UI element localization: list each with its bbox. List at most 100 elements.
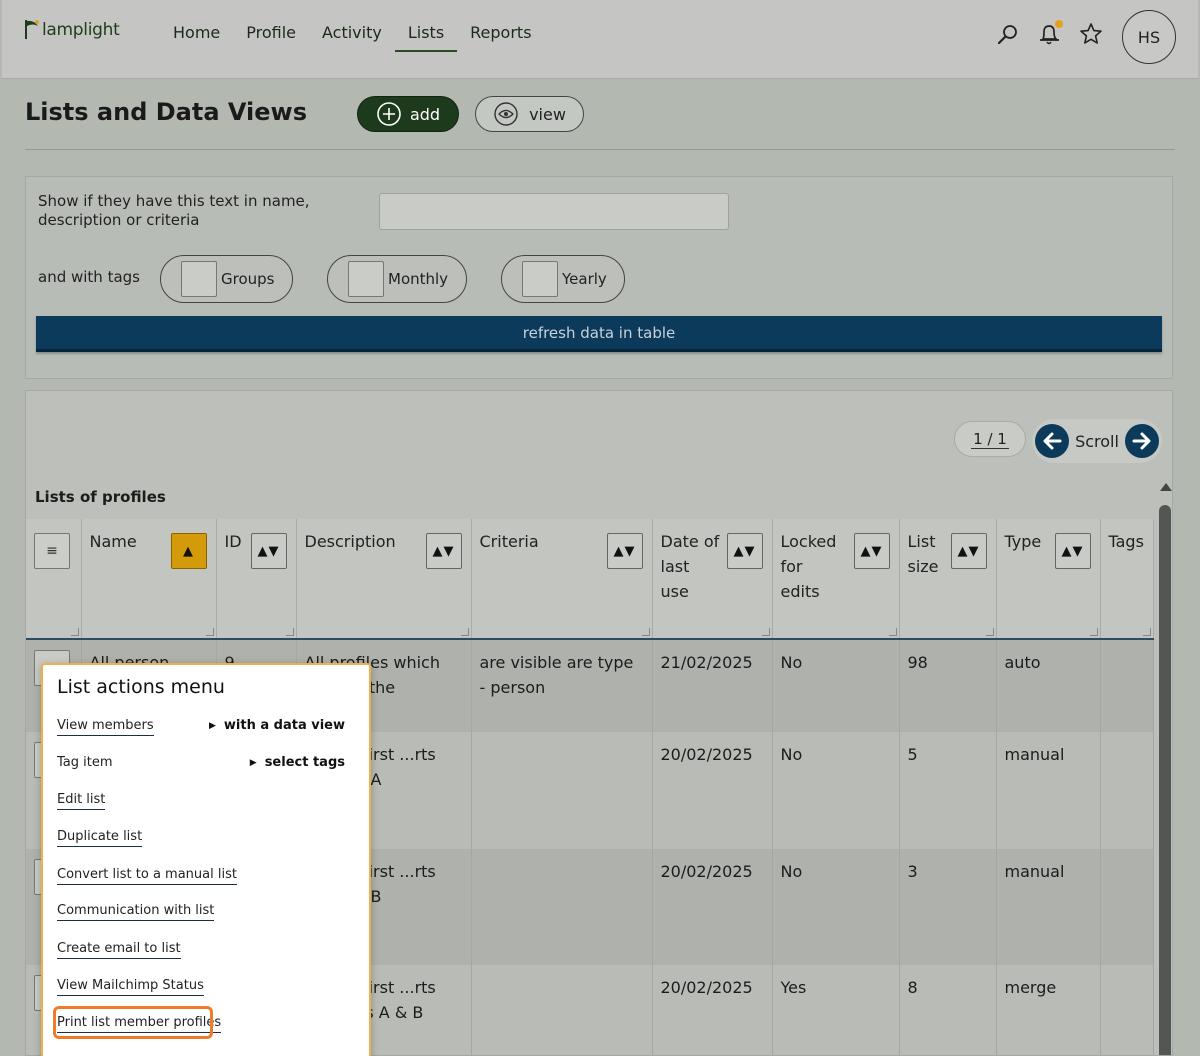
arrow-right-icon: [1132, 432, 1151, 450]
search-icon[interactable]: [995, 22, 1021, 48]
star-icon[interactable]: [1078, 21, 1104, 47]
tag-toggle-yearly[interactable]: Yearly: [501, 255, 625, 303]
column-resize-handle[interactable]: [70, 628, 79, 636]
column-resize-handle[interactable]: [205, 628, 214, 636]
scroll-up-arrow-icon[interactable]: [1160, 483, 1172, 491]
cell-criteria: [471, 965, 653, 1055]
column-resize-handle[interactable]: [641, 628, 650, 636]
scroll-right-button[interactable]: [1124, 424, 1159, 458]
scroll-control: Scroll: [1032, 419, 1162, 463]
menu-item-duplicate-list[interactable]: Duplicate list: [57, 829, 143, 847]
menu-title: List actions menu: [57, 676, 225, 698]
column-resize-handle[interactable]: [888, 628, 897, 636]
add-button[interactable]: add: [357, 96, 459, 132]
column-header-label: Type: [1004, 532, 1042, 551]
table-section-title: Lists of profiles: [35, 488, 166, 506]
tag-checkbox[interactable]: [181, 261, 217, 297]
submenu-with-data-view[interactable]: with a data view: [209, 718, 345, 733]
cell-type: merge: [996, 965, 1101, 1055]
tags-filter-label: and with tags: [38, 268, 140, 286]
logo-text: lamplight: [42, 20, 120, 40]
main-nav: Home Profile Activity Lists Reports: [160, 22, 545, 52]
column-header-label: Description: [304, 532, 396, 551]
text-filter-input[interactable]: [379, 193, 729, 230]
cell-date: 20/02/2025: [652, 732, 773, 849]
nav-profile[interactable]: Profile: [233, 22, 309, 52]
scroll-label: Scroll: [1075, 431, 1119, 451]
page-indicator-text: 1 / 1: [971, 429, 1009, 449]
menu-item-mailchimp-status[interactable]: View Mailchimp Status: [57, 978, 204, 996]
menu-item-view-members[interactable]: View members: [57, 718, 154, 736]
nav-lists[interactable]: Lists: [394, 22, 458, 52]
view-button-label: view: [529, 104, 566, 124]
column-header-label: Date of last use: [660, 532, 720, 601]
menu-item-create-email[interactable]: Create email to list: [57, 941, 181, 959]
column-resize-handle[interactable]: [1089, 628, 1098, 636]
tag-label: Groups: [221, 270, 275, 288]
nav-reports[interactable]: Reports: [457, 22, 544, 52]
lamp-icon: [24, 18, 40, 40]
cell-type: manual: [996, 732, 1101, 849]
menu-item-edit-list[interactable]: Edit list: [57, 792, 106, 810]
tag-checkbox[interactable]: [348, 261, 384, 297]
menu-item-convert-list[interactable]: Convert list to a manual list: [57, 867, 237, 885]
tag-toggle-monthly[interactable]: Monthly: [327, 255, 467, 303]
list-actions-menu: List actions menu View members with a da…: [41, 663, 371, 1056]
scroll-left-button[interactable]: [1035, 424, 1069, 458]
sort-toggle-button[interactable]: ▲▼: [250, 533, 287, 569]
arrow-left-icon: [1043, 432, 1062, 450]
view-button[interactable]: view: [475, 96, 584, 132]
cell-tags: [1100, 732, 1154, 849]
user-avatar[interactable]: HS: [1122, 10, 1176, 64]
cell-locked: No: [772, 732, 900, 849]
cell-tags: [1100, 965, 1154, 1055]
cell-criteria: are visible are type - person: [471, 639, 653, 732]
refresh-table-button[interactable]: refresh data in table: [36, 316, 1162, 352]
page-indicator[interactable]: 1 / 1: [954, 421, 1026, 457]
column-resize-handle[interactable]: [985, 628, 994, 636]
lamplight-logo[interactable]: lamplight: [24, 18, 120, 40]
sort-toggle-button[interactable]: ▲▼: [726, 533, 763, 569]
header-divider: [25, 149, 1175, 150]
top-navigation-bar: lamplight Home Profile Activity Lists Re…: [2, 0, 1198, 79]
column-header-id: ID ▲▼: [216, 519, 297, 640]
sort-toggle-button[interactable]: ▲▼: [425, 533, 462, 569]
nav-activity[interactable]: Activity: [309, 22, 395, 52]
sort-toggle-button[interactable]: ▲▼: [606, 533, 643, 569]
column-header-label: Locked for edits: [780, 532, 837, 601]
column-header-tags: Tags: [1100, 519, 1154, 640]
sort-toggle-button[interactable]: ▲▼: [1054, 533, 1091, 569]
nav-home[interactable]: Home: [160, 22, 233, 52]
cell-size: 8: [899, 965, 997, 1055]
column-resize-handle[interactable]: [285, 628, 294, 636]
sort-toggle-button[interactable]: ▲▼: [950, 533, 987, 569]
menu-item-tag-item[interactable]: Tag item: [57, 755, 113, 772]
column-header-label: Tags: [1108, 532, 1144, 551]
tag-label: Monthly: [388, 270, 449, 288]
column-resize-handle[interactable]: [761, 628, 770, 636]
sort-toggle-button[interactable]: ▲▼: [853, 533, 890, 569]
vertical-scrollbar[interactable]: [1158, 483, 1172, 1055]
sort-ascending-button[interactable]: ▲: [170, 533, 207, 569]
column-header-locked: Locked for edits ▲▼: [772, 519, 900, 640]
scrollbar-thumb[interactable]: [1159, 505, 1171, 1055]
column-header-date: Date of last use ▲▼: [652, 519, 773, 640]
tag-toggle-groups[interactable]: Groups: [160, 255, 293, 303]
cell-size: 5: [899, 732, 997, 849]
submenu-select-tags[interactable]: select tags: [250, 755, 345, 770]
column-header-criteria: Criteria ▲▼: [471, 519, 653, 640]
menu-item-communication[interactable]: Communication with list: [57, 903, 215, 921]
tag-checkbox[interactable]: [522, 261, 558, 297]
plus-circle-icon: [377, 102, 401, 126]
cell-date: 20/02/2025: [652, 965, 773, 1055]
column-resize-handle[interactable]: [1142, 628, 1151, 636]
column-menu-button[interactable]: ≡: [34, 533, 70, 569]
cell-tags: [1100, 639, 1154, 732]
column-resize-handle[interactable]: [460, 628, 469, 636]
bell-icon[interactable]: [1036, 20, 1063, 46]
cell-size: 3: [899, 849, 997, 965]
filter-panel: Show if they have this text in name, des…: [25, 176, 1173, 379]
column-header-name: Name ▲: [81, 519, 217, 640]
page-title: Lists and Data Views: [25, 98, 307, 126]
column-header-description: Description ▲▼: [296, 519, 472, 640]
